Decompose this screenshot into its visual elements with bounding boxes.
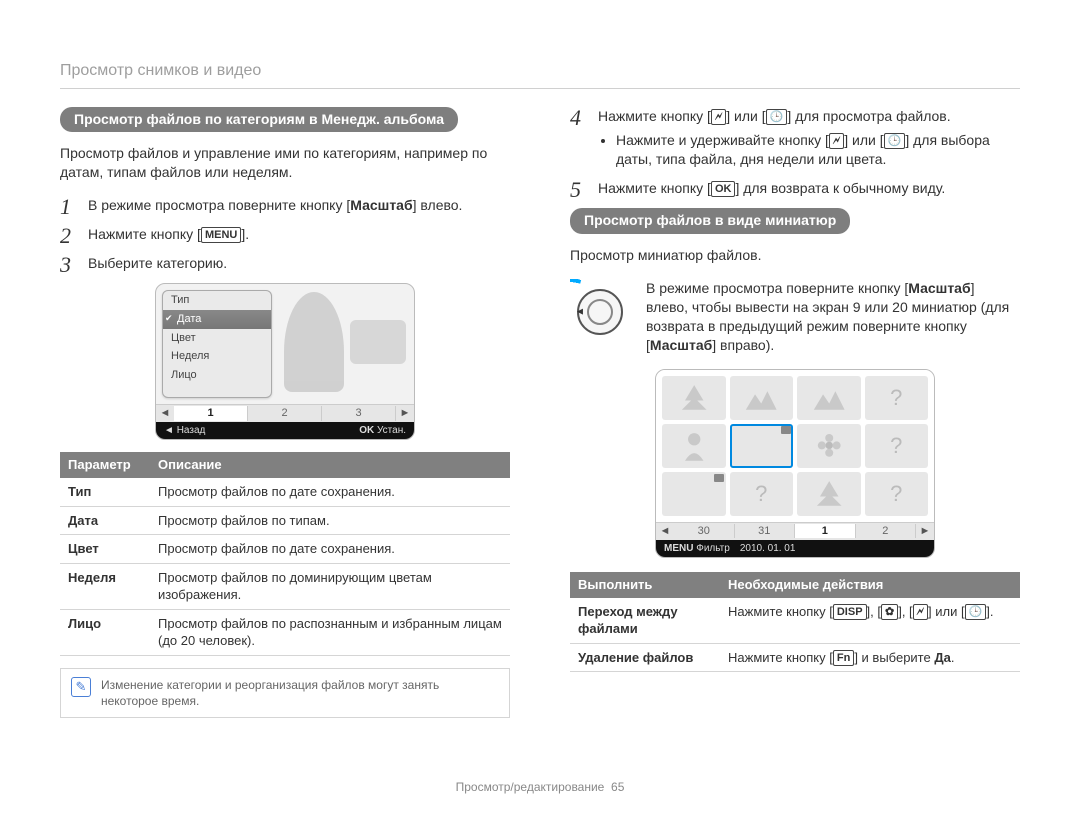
- step-item: 5Нажмите кнопку [OK] для возврата к обыч…: [570, 179, 1020, 198]
- section-pill-thumbs: Просмотр файлов в виде миниатюр: [570, 208, 850, 234]
- category-item: Лицо: [163, 366, 271, 385]
- step-item: 1В режиме просмотра поверните кнопку [Ма…: [60, 196, 510, 215]
- th-param: Параметр: [60, 452, 150, 478]
- silhouette-icon: [350, 320, 406, 364]
- category-item: Дата: [163, 310, 271, 329]
- page-tab: 2: [248, 406, 322, 421]
- intro-text: Просмотр файлов и управление ими по кате…: [60, 144, 510, 182]
- thumbnail-screenshot: ???? ◄303112► MENU Фильтр 2010. 01. 01: [655, 369, 935, 559]
- page-tab: 30: [674, 524, 735, 539]
- page-tab: 2: [856, 524, 917, 539]
- dial-description: В режиме просмотра поверните кнопку [Мас…: [646, 279, 1020, 355]
- left-column: Просмотр файлов по категориям в Менедж. …: [60, 107, 510, 719]
- category-item: Тип: [163, 291, 271, 310]
- param-name: Тип: [60, 478, 150, 506]
- thumbnail: [730, 424, 794, 468]
- page-tab: 1: [174, 406, 248, 421]
- category-list: ТипДатаЦветНеделяЛицо: [162, 290, 272, 398]
- sub-bullet: Нажмите и удерживайте кнопку [🗲] или [🕒]…: [616, 131, 1020, 169]
- footer-filter: MENU Фильтр: [664, 542, 730, 556]
- footer-set: OK Устан.: [359, 424, 406, 438]
- footer-back: ◄ Назад: [164, 424, 205, 438]
- dial-arc-icon: [570, 279, 630, 287]
- thumbnail: [797, 376, 861, 420]
- th-desc: Описание: [150, 452, 510, 478]
- param-name: Дата: [60, 506, 150, 535]
- thumbnail: ?: [865, 376, 929, 420]
- thumbnail: [662, 376, 726, 420]
- step-item: 4Нажмите кнопку [🗲] или [🕒] для просмотр…: [570, 107, 1020, 170]
- action-name: Переход между файлами: [570, 598, 720, 644]
- th-action: Выполнить: [570, 572, 720, 598]
- category-item: Цвет: [163, 329, 271, 348]
- thumbnail: [797, 472, 861, 516]
- page-tabs: ◄123►: [156, 404, 414, 422]
- section-pill-album: Просмотр файлов по категориям в Менедж. …: [60, 107, 458, 133]
- page-tab: 1: [795, 524, 856, 539]
- param-desc: Просмотр файлов по дате сохранения.: [150, 478, 510, 506]
- thumbnail: ?: [730, 472, 794, 516]
- action-name: Удаление файлов: [570, 643, 720, 672]
- page-tab: 3: [322, 406, 396, 421]
- th-howto: Необходимые действия: [720, 572, 1020, 598]
- actions-table: Выполнить Необходимые действия Переход м…: [570, 572, 1020, 672]
- action-desc: Нажмите кнопку [DISP], [✿], [🗲] или [🕒].: [720, 598, 1020, 644]
- right-column: 4Нажмите кнопку [🗲] или [🕒] для просмотр…: [570, 107, 1020, 719]
- divider: [60, 88, 1020, 89]
- camera-menu-screenshot: ТипДатаЦветНеделяЛицо ◄123► ◄ Назад OK У…: [155, 283, 415, 441]
- action-desc: Нажмите кнопку [Fn] и выберите Да.: [720, 643, 1020, 672]
- page-footer: Просмотр/редактирование 65: [0, 779, 1080, 795]
- param-desc: Просмотр файлов по типам.: [150, 506, 510, 535]
- thumbnail: [730, 376, 794, 420]
- category-item: Неделя: [163, 347, 271, 366]
- param-desc: Просмотр файлов по распознанным и избран…: [150, 609, 510, 655]
- param-name: Цвет: [60, 535, 150, 564]
- silhouette-icon: [284, 292, 344, 392]
- info-icon: ✎: [71, 677, 91, 697]
- intro-text-thumbs: Просмотр миниатюр файлов.: [570, 246, 1020, 265]
- thumbnail: ?: [865, 424, 929, 468]
- zoom-wheel-icon: [577, 289, 623, 335]
- param-name: Неделя: [60, 563, 150, 609]
- thumbnail: ?: [865, 472, 929, 516]
- parameter-table: Параметр Описание Тип Просмотр файлов по…: [60, 452, 510, 655]
- thumbnail: [662, 424, 726, 468]
- footer-date: 2010. 01. 01: [740, 542, 796, 556]
- thumb-page-tabs: ◄303112►: [656, 522, 934, 540]
- note-text: Изменение категории и реорганизация файл…: [101, 677, 499, 709]
- thumbnail: [662, 472, 726, 516]
- page-tab: 31: [735, 524, 796, 539]
- zoom-dial-block: В режиме просмотра поверните кнопку [Мас…: [570, 279, 1020, 355]
- param-desc: Просмотр файлов по доминирующим цветам и…: [150, 563, 510, 609]
- steps-list-right: 4Нажмите кнопку [🗲] или [🕒] для просмотр…: [570, 107, 1020, 199]
- steps-list-left: 1В режиме просмотра поверните кнопку [Ма…: [60, 196, 510, 273]
- step-item: 2Нажмите кнопку [MENU].: [60, 225, 510, 244]
- step-item: 3Выберите категорию.: [60, 254, 510, 273]
- note-box: ✎ Изменение категории и реорганизация фа…: [60, 668, 510, 718]
- param-desc: Просмотр файлов по дате сохранения.: [150, 535, 510, 564]
- thumbnail: [797, 424, 861, 468]
- param-name: Лицо: [60, 609, 150, 655]
- breadcrumb: Просмотр снимков и видео: [60, 60, 1020, 82]
